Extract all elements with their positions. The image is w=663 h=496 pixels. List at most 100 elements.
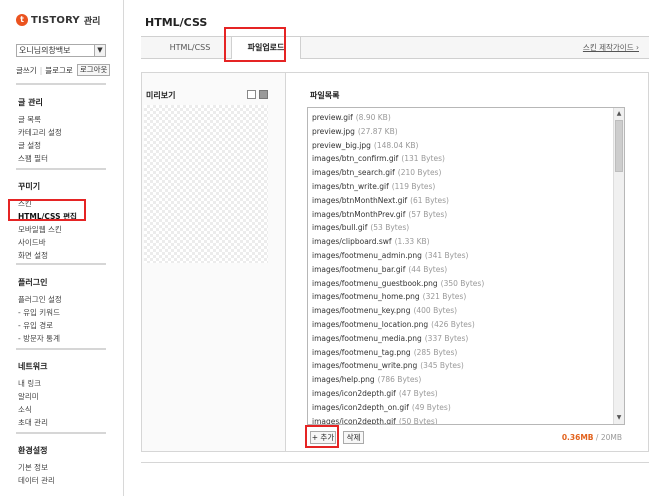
page-footer-divider [141, 462, 649, 463]
file-list-item[interactable]: images/footmenu_media.png (337 Bytes) [312, 334, 468, 344]
blog-select[interactable]: 오니님의창백보 ▼ [16, 44, 106, 57]
file-list-item[interactable]: images/btn_search.gif (210 Bytes) [312, 168, 441, 178]
nav-group-settings: 환경설정 기본 정보 데이터 관리 [18, 445, 55, 487]
storage-quota: 0.36MB / 20MB [562, 433, 622, 442]
preview-canvas [144, 105, 268, 263]
file-list-item[interactable]: preview.jpg (27.87 KB) [312, 127, 398, 137]
nav-item-my-links[interactable]: 내 링크 [18, 377, 48, 390]
tistory-logo[interactable]: t TISTORY 관리 [16, 12, 100, 28]
quota-total: / 20MB [595, 433, 622, 442]
write-link[interactable]: 글쓰기 [16, 65, 37, 76]
file-size: (50 Bytes) [398, 416, 438, 425]
file-list-item[interactable]: images/footmenu_write.png (345 Bytes) [312, 361, 464, 371]
file-name: images/btn_confirm.gif [312, 154, 399, 164]
tab-html-css[interactable]: HTML/CSS [155, 37, 225, 58]
file-list-item[interactable]: images/footmenu_admin.png (341 Bytes) [312, 251, 469, 261]
nav-item-data-management[interactable]: 데이터 관리 [18, 474, 55, 487]
file-size: (57 Bytes) [408, 209, 448, 219]
skin-guide-link[interactable]: 스킨 제작가이드 › [583, 37, 639, 58]
nav-item-category-settings[interactable]: 카테고리 설정 [18, 126, 62, 139]
file-list-item[interactable]: images/footmenu_bar.gif (44 Bytes) [312, 265, 447, 275]
logout-button[interactable]: 로그아웃 [76, 64, 111, 76]
file-list-item[interactable]: images/btnMonthPrev.gif (57 Bytes) [312, 210, 447, 220]
file-name: images/icon2depth_on.gif [312, 402, 409, 412]
file-list-item[interactable]: images/clipboard.swf (1.33 KB) [312, 237, 430, 247]
delete-file-button[interactable]: 삭제 [343, 431, 364, 444]
sidebar-divider [16, 432, 106, 434]
scroll-up-icon[interactable]: ▲ [614, 109, 624, 119]
file-list-item[interactable]: preview.gif (8.90 KB) [312, 113, 391, 123]
file-name: images/help.png [312, 375, 375, 385]
nav-heading: 네트워크 [18, 362, 48, 371]
file-list-item[interactable]: images/bull.gif (53 Bytes) [312, 223, 409, 233]
file-name: images/footmenu_bar.gif [312, 264, 406, 274]
preview-label: 미리보기 [146, 91, 176, 100]
scroll-down-icon[interactable]: ▼ [614, 413, 624, 423]
nav-item-invites[interactable]: 초대 관리 [18, 416, 48, 429]
file-name: images/footmenu_tag.png [312, 347, 411, 357]
file-list-item[interactable]: images/footmenu_guestbook.png (350 Bytes) [312, 279, 484, 289]
file-list[interactable]: preview.gif (8.90 KB) preview.jpg (27.87 KB… [307, 107, 625, 425]
file-name: images/footmenu_write.png [312, 361, 418, 371]
file-list-item[interactable]: images/help.png (786 Bytes) [312, 375, 421, 385]
nav-item-inflow-keywords[interactable]: - 유입 키워드 [18, 306, 62, 319]
highlight-box [8, 199, 86, 221]
file-list-item[interactable]: images/btnMonthNext.gif (61 Bytes) [312, 196, 449, 206]
nav-item-post-settings[interactable]: 글 설정 [18, 139, 62, 152]
file-size: (400 Bytes) [413, 306, 458, 316]
nav-item-mobile-skin[interactable]: 모바일웹 스킨 [18, 223, 77, 236]
file-list-scrollbar[interactable]: ▲ ▼ [613, 108, 624, 424]
nav-item-post-list[interactable]: 글 목록 [18, 113, 62, 126]
blog-home-link[interactable]: 블로그로 [45, 65, 73, 76]
file-name: preview.jpg [312, 126, 355, 136]
file-list-item[interactable]: images/footmenu_location.png (426 Bytes) [312, 320, 475, 330]
sidebar-divider [16, 168, 106, 170]
file-name: images/btnMonthPrev.gif [312, 209, 406, 219]
nav-group-network: 네트워크 내 링크 알리미 소식 초대 관리 [18, 361, 48, 429]
file-list-item[interactable]: images/icon2depth_on.gif (49 Bytes) [312, 403, 451, 413]
nav-item-inflow-path[interactable]: - 유입 경로 [18, 319, 62, 332]
file-name: images/clipboard.swf [312, 237, 392, 247]
file-list-item[interactable]: images/btn_write.gif (119 Bytes) [312, 182, 435, 192]
file-size: (131 Bytes) [401, 154, 445, 164]
file-list-item[interactable]: images/icon2depth.gif (47 Bytes) [312, 389, 438, 399]
file-list-item[interactable]: preview_big.jpg (148.04 KB) [312, 141, 418, 151]
file-name: images/bull.gif [312, 223, 368, 233]
file-name: images/btnMonthNext.gif [312, 195, 408, 205]
nav-item-spam-filter[interactable]: 스팸 필터 [18, 152, 62, 165]
nav-item-screen-settings[interactable]: 화면 설정 [18, 249, 77, 262]
file-list-item[interactable]: images/footmenu_tag.png (285 Bytes) [312, 348, 457, 358]
nav-heading: 글 관리 [18, 98, 43, 107]
file-size: (61 Bytes) [410, 195, 449, 205]
sidebar-divider [16, 348, 106, 350]
file-name: images/btn_search.gif [312, 168, 395, 178]
nav-item-plugin-settings[interactable]: 플러그인 설정 [18, 293, 62, 306]
highlight-box [224, 27, 286, 62]
nav-item-sidebar[interactable]: 사이드바 [18, 236, 77, 249]
file-size: (49 Bytes) [411, 402, 451, 412]
nav-item-news[interactable]: 소식 [18, 403, 48, 416]
file-size: (350 Bytes) [440, 278, 485, 288]
nav-item-basic-info[interactable]: 기본 정보 [18, 461, 55, 474]
quota-used: 0.36MB [561, 433, 594, 442]
nav-item-visitor-stats[interactable]: - 방문자 통계 [18, 332, 62, 345]
file-list-item[interactable]: images/btn_confirm.gif (131 Bytes) [312, 154, 445, 164]
file-size: (345 Bytes) [420, 361, 464, 371]
file-size: (44 Bytes) [408, 264, 448, 274]
file-size: (1.33 KB) [394, 237, 430, 247]
light-background-toggle-icon[interactable] [247, 90, 256, 99]
dark-background-toggle-icon[interactable] [259, 90, 268, 99]
nav-item-notifier[interactable]: 알리미 [18, 390, 48, 403]
file-list-item[interactable]: images/footmenu_home.png (321 Bytes) [312, 292, 466, 302]
file-name: images/footmenu_location.png [312, 320, 429, 329]
upload-panel: 미리보기 파일목록 preview.gif (8.90 KB) preview.jp… [141, 72, 649, 452]
file-name: images/footmenu_admin.png [312, 251, 422, 260]
file-list-item[interactable]: images/icon2depth.gif (50 Bytes) [312, 416, 438, 425]
file-size: (8.90 KB) [355, 113, 391, 122]
chevron-down-icon[interactable]: ▼ [94, 45, 105, 56]
file-list-item[interactable]: images/footmenu_key.png (400 Bytes) [312, 306, 457, 316]
sidebar-divider [16, 263, 106, 265]
scrollbar-thumb[interactable] [615, 120, 623, 172]
file-size: (53 Bytes) [370, 223, 410, 233]
file-size: (27.87 KB) [357, 126, 398, 136]
